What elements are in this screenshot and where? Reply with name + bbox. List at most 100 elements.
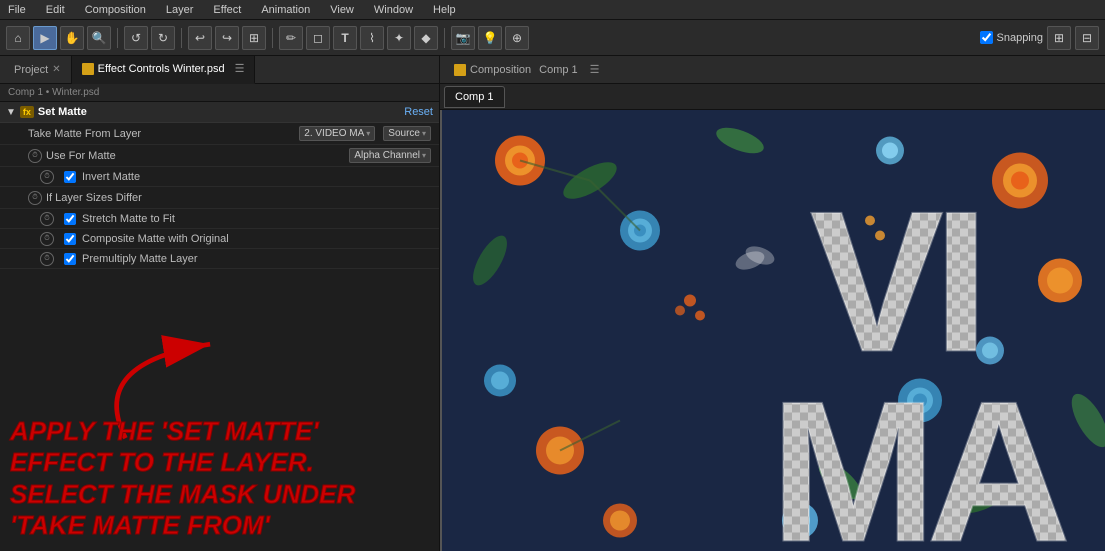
composition-panel-tab[interactable]: Composition Comp 1 ☰ xyxy=(444,56,610,84)
hand-tool[interactable]: ✋ xyxy=(60,26,84,50)
comp-view: VI MA VI MA xyxy=(440,110,1105,551)
panel-menu[interactable]: ☰ xyxy=(235,62,245,75)
clock-5[interactable]: ⏱ xyxy=(40,232,54,246)
comp-border xyxy=(440,110,442,551)
left-content: APPLY THE 'SET MATTE' EFFECT TO THE LAYE… xyxy=(0,269,439,551)
clock-2[interactable]: ⏱ xyxy=(40,170,54,184)
breadcrumb: Comp 1 • Winter.psd xyxy=(0,84,439,102)
left-panel: Project ✕ Effect Controls Winter.psd ☰ C… xyxy=(0,56,440,551)
source-dropdown[interactable]: Source ▾ xyxy=(383,126,431,141)
text-tool[interactable]: T xyxy=(333,26,357,50)
effect-controls-tab-label: Effect Controls Winter.psd xyxy=(98,63,225,75)
stamp-tool[interactable]: ⊞ xyxy=(242,26,266,50)
menu-bar: File Edit Composition Layer Effect Anima… xyxy=(0,0,1105,20)
stretch-matte-label: Stretch Matte to Fit xyxy=(82,213,175,225)
premultiply-checkbox[interactable] xyxy=(64,253,76,265)
menu-effect[interactable]: Effect xyxy=(209,4,245,16)
menu-view[interactable]: View xyxy=(326,4,358,16)
invert-matte-checkbox[interactable] xyxy=(64,171,76,183)
menu-help[interactable]: Help xyxy=(429,4,460,16)
if-layer-sizes-label: If Layer Sizes Differ xyxy=(46,192,431,204)
floral-svg: VI MA VI MA xyxy=(440,110,1105,551)
comp-1-label: Comp 1 xyxy=(455,91,494,103)
premultiply-label: Premultiply Matte Layer xyxy=(82,253,198,265)
undo-tool[interactable]: ↩ xyxy=(188,26,212,50)
stretch-matte-row: ⏱ Stretch Matte to Fit xyxy=(0,209,439,229)
stretch-matte-checkbox[interactable] xyxy=(64,213,76,225)
project-tab[interactable]: Project ✕ xyxy=(4,56,72,84)
mask-tool[interactable]: ◻ xyxy=(306,26,330,50)
light-tool[interactable]: 💡 xyxy=(478,26,502,50)
floral-background: VI MA VI MA xyxy=(440,110,1105,551)
pen-tool[interactable]: ✏ xyxy=(279,26,303,50)
snapping-area: Snapping ⊞ ⊟ xyxy=(980,26,1100,50)
main-layout: Project ✕ Effect Controls Winter.psd ☰ C… xyxy=(0,56,1105,551)
menu-layer[interactable]: Layer xyxy=(162,4,198,16)
composition-tab-label: Composition xyxy=(470,64,531,76)
invert-matte-label: Invert Matte xyxy=(82,171,140,183)
layer-dropdown[interactable]: 2. VIDEO MA ▾ xyxy=(299,126,375,141)
right-panel: Composition Comp 1 ☰ Comp 1 xyxy=(440,56,1105,551)
toolbar-sep-1 xyxy=(117,28,118,48)
zoom-tool[interactable]: 🔍 xyxy=(87,26,111,50)
composite-matte-label: Composite Matte with Original xyxy=(82,233,229,245)
clock-1[interactable]: ⏱ xyxy=(28,149,42,163)
red-text-block: APPLY THE 'SET MATTE' EFFECT TO THE LAYE… xyxy=(0,406,439,551)
overlay-line2: EFFECT TO THE LAYER. xyxy=(10,447,429,478)
menu-animation[interactable]: Animation xyxy=(257,4,314,16)
camera-tool[interactable]: 📷 xyxy=(451,26,475,50)
effect-controls-tab[interactable]: Effect Controls Winter.psd ☰ xyxy=(72,56,256,84)
matte-channel-dropdown[interactable]: Alpha Channel ▾ xyxy=(349,148,431,163)
layer-dropdown-arrow: ▾ xyxy=(366,129,370,138)
reset-button[interactable]: Reset xyxy=(404,106,433,118)
effect-expand-icon[interactable]: ▼ xyxy=(6,107,16,118)
toolbar-sep-3 xyxy=(272,28,273,48)
view-icon[interactable]: ⊟ xyxy=(1075,26,1099,50)
project-tab-label: Project xyxy=(14,64,48,76)
home-tool[interactable]: ⌂ xyxy=(6,26,30,50)
invert-matte-row: ⏱ Invert Matte xyxy=(0,167,439,187)
panel-tabs: Project ✕ Effect Controls Winter.psd ☰ xyxy=(0,56,439,84)
clock-3[interactable]: ⏱ xyxy=(28,191,42,205)
snapping-label: Snapping xyxy=(997,32,1044,44)
snap-icon[interactable]: ⊞ xyxy=(1047,26,1071,50)
rotate2-tool[interactable]: ↻ xyxy=(151,26,175,50)
fx-badge: fx xyxy=(20,106,34,118)
cursor-tool[interactable]: ▶ xyxy=(33,26,57,50)
menu-window[interactable]: Window xyxy=(370,4,417,16)
paint-tool[interactable]: ⌇ xyxy=(360,26,384,50)
clone-tool[interactable]: ✦ xyxy=(387,26,411,50)
shape-tool[interactable]: ◆ xyxy=(414,26,438,50)
snapping-checkbox[interactable] xyxy=(980,31,993,44)
comp-menu-icon[interactable]: ☰ xyxy=(590,63,600,76)
menu-file[interactable]: File xyxy=(4,4,30,16)
right-panel-tabs: Composition Comp 1 ☰ xyxy=(440,56,1105,84)
null-tool[interactable]: ⊕ xyxy=(505,26,529,50)
menu-edit[interactable]: Edit xyxy=(42,4,69,16)
comp-1-tab[interactable]: Comp 1 xyxy=(444,86,505,108)
comp-tab-icon xyxy=(454,64,466,76)
use-for-matte-label: Use For Matte xyxy=(46,150,345,162)
effect-header: ▼ fx Set Matte Reset xyxy=(0,102,439,123)
composite-matte-row: ⏱ Composite Matte with Original xyxy=(0,229,439,249)
overlay-line3: SELECT THE MASK UNDER xyxy=(10,479,429,510)
overlay-line4: 'TAKE MATTE FROM' xyxy=(10,510,429,541)
overlay-line1: APPLY THE 'SET MATTE' xyxy=(10,416,429,447)
clock-6[interactable]: ⏱ xyxy=(40,252,54,266)
comp-name-label: Comp 1 xyxy=(539,64,578,76)
matte-channel-value: Alpha Channel xyxy=(354,150,420,161)
redo-tool[interactable]: ↪ xyxy=(215,26,239,50)
toolbar-sep-2 xyxy=(181,28,182,48)
take-matte-row: Take Matte From Layer 2. VIDEO MA ▾ Sour… xyxy=(0,123,439,145)
svg-text:MA: MA xyxy=(770,361,1067,551)
comp-tab-area: Comp 1 xyxy=(440,84,1105,110)
clock-4[interactable]: ⏱ xyxy=(40,212,54,226)
project-tab-close[interactable]: ✕ xyxy=(52,64,60,75)
take-matte-label: Take Matte From Layer xyxy=(28,128,295,140)
source-dropdown-arrow: ▾ xyxy=(422,129,426,138)
use-for-matte-row: ⏱ Use For Matte Alpha Channel ▾ xyxy=(0,145,439,167)
rotate-tool[interactable]: ↺ xyxy=(124,26,148,50)
premultiply-row: ⏱ Premultiply Matte Layer xyxy=(0,249,439,269)
menu-composition[interactable]: Composition xyxy=(81,4,150,16)
composite-matte-checkbox[interactable] xyxy=(64,233,76,245)
